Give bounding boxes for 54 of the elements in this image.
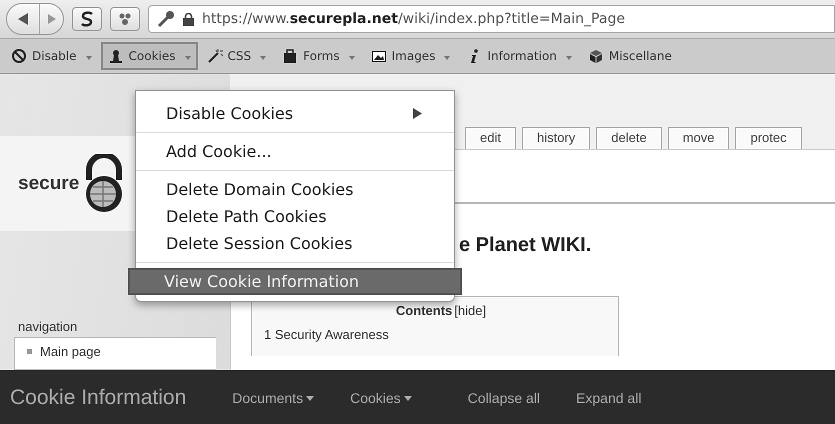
menu-item[interactable]: Delete Path Cookies — [136, 203, 454, 230]
toolbar-menu[interactable]: CSS — [200, 42, 274, 70]
bar-link[interactable]: Collapse all — [468, 390, 540, 406]
dropdown-menu[interactable]: Documents — [232, 390, 314, 406]
page-tab[interactable]: delete — [596, 127, 662, 150]
s-icon-button[interactable] — [72, 7, 102, 31]
s-letter-icon — [80, 11, 94, 27]
menu-item[interactable]: Add Cookie... — [136, 138, 454, 165]
lock-icon — [183, 12, 194, 26]
caret-icon — [566, 56, 572, 60]
hide-link[interactable]: [hide] — [454, 303, 486, 318]
toolbar-menu[interactable]: Images — [364, 42, 458, 70]
menu-item[interactable]: View Cookie Information — [128, 268, 462, 295]
caret-icon — [260, 56, 266, 60]
caret-icon — [306, 396, 314, 400]
address-field[interactable]: https://www.securepla.net/wiki/index.php?title=Main_Page — [148, 5, 835, 33]
caret-icon — [404, 396, 412, 400]
url-text: https://www.securepla.net/wiki/index.php?title=Main_Page — [202, 11, 625, 27]
contents-title: Contents — [396, 303, 452, 318]
menu-item[interactable]: Delete Session Cookies — [136, 230, 454, 257]
forward-icon — [46, 13, 56, 25]
caret-icon — [444, 56, 450, 60]
sidebar-heading: navigation — [18, 319, 78, 334]
logo-text: secure — [18, 172, 80, 194]
toolbar-menu[interactable]: Cookies — [100, 42, 198, 70]
caret-icon — [184, 56, 190, 60]
toolbar-menu[interactable]: Forms — [275, 42, 362, 70]
toolbar-menu[interactable]: Disable — [4, 42, 99, 70]
dropdown-menu[interactable]: Cookies — [350, 390, 412, 406]
key-icon — [157, 10, 175, 28]
menu-item[interactable]: Delete Domain Cookies — [136, 176, 454, 203]
person-icon — [108, 48, 124, 64]
toolbar-menu[interactable]: Information — [459, 42, 579, 70]
image-icon — [370, 48, 387, 64]
bar-title: Cookie Information — [10, 386, 186, 410]
cube-icon — [588, 48, 604, 64]
page-tab[interactable]: move — [668, 127, 730, 150]
navigation-link[interactable]: Main page — [40, 344, 101, 359]
toolbar-menu[interactable]: Miscellane — [580, 42, 679, 70]
caret-icon — [86, 56, 92, 60]
bullet-icon — [27, 349, 32, 354]
briefcase-icon — [282, 48, 298, 64]
page-tab[interactable]: protec — [735, 127, 802, 150]
extension-button[interactable] — [110, 7, 140, 31]
page-tab[interactable]: edit — [465, 127, 516, 150]
caret-icon — [348, 56, 355, 60]
page-tab[interactable]: history — [522, 127, 590, 150]
contents-link[interactable]: 1 Security Awareness — [264, 327, 618, 342]
menu-item[interactable]: Disable Cookies — [136, 100, 454, 127]
back-icon — [16, 12, 30, 26]
prohibited-icon — [11, 48, 27, 64]
page-heading: e Planet WIKI. — [459, 234, 592, 256]
wand-icon — [206, 48, 222, 64]
bar-link[interactable]: Expand all — [576, 390, 642, 406]
